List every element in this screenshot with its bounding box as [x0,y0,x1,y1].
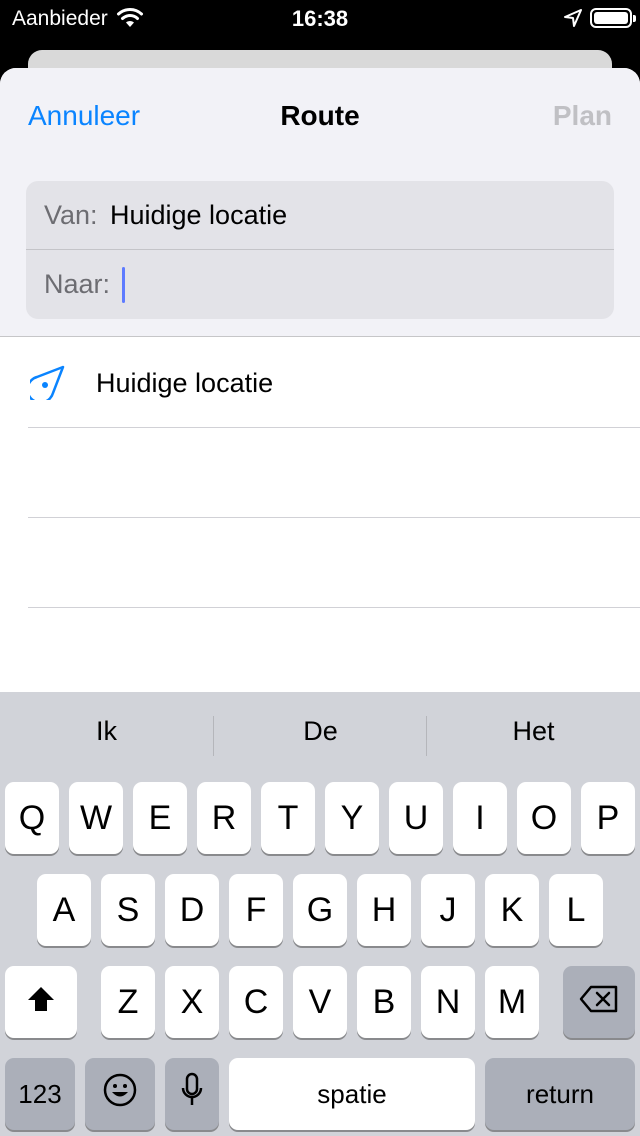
to-input[interactable] [122,264,592,304]
key-k[interactable]: K [485,874,539,946]
key-d[interactable]: D [165,874,219,946]
list-item [0,428,640,518]
key-b[interactable]: B [357,966,411,1038]
suggestion-bar: Ik De Het [0,692,640,778]
key-h[interactable]: H [357,874,411,946]
plan-button[interactable]: Plan [553,100,612,132]
from-label: Van: [44,200,98,230]
from-value[interactable]: Huidige locatie [110,200,287,231]
shift-icon [26,983,56,1022]
key-m[interactable]: M [485,966,539,1038]
space-key[interactable]: spatie [229,1058,475,1130]
key-l[interactable]: L [549,874,603,946]
key-n[interactable]: N [421,966,475,1038]
key-q[interactable]: Q [5,782,59,854]
backspace-icon [579,983,619,1022]
key-e[interactable]: E [133,782,187,854]
sheet-header: Annuleer Route Plan Van: Huidige locatie… [0,68,640,337]
list-item-label: Huidige locatie [96,368,274,398]
key-f[interactable]: F [229,874,283,946]
location-arrow-icon [564,9,582,32]
key-t[interactable]: T [261,782,315,854]
clock: 16:38 [291,6,349,31]
microphone-icon [181,1072,203,1117]
results-list: Huidige locatie [0,338,640,608]
keyboard: Ik De Het Q W E R T Y U I O P A S D F G … [0,692,640,1136]
list-item [0,518,640,608]
key-z[interactable]: Z [101,966,155,1038]
list-item[interactable]: Huidige locatie [0,338,640,428]
suggestion-1[interactable]: Ik [0,716,213,747]
key-c[interactable]: C [229,966,283,1038]
route-fields: Van: Huidige locatie Naar: [26,181,614,319]
suggestion-3[interactable]: Het [427,716,640,747]
key-v[interactable]: V [293,966,347,1038]
shift-key[interactable] [5,966,77,1038]
emoji-icon [102,1072,138,1117]
cancel-button[interactable]: Annuleer [28,100,140,132]
suggestion-2[interactable]: De [214,716,427,747]
status-bar: Aanbieder 16:38 [0,0,640,40]
key-p[interactable]: P [581,782,635,854]
key-g[interactable]: G [293,874,347,946]
key-s[interactable]: S [101,874,155,946]
key-y[interactable]: Y [325,782,379,854]
return-key[interactable]: return [485,1058,635,1130]
key-i[interactable]: I [453,782,507,854]
from-field[interactable]: Van: Huidige locatie [26,181,614,250]
current-location-icon [26,364,66,405]
divider [28,607,640,608]
to-field[interactable]: Naar: [26,250,614,319]
key-u[interactable]: U [389,782,443,854]
key-a[interactable]: A [37,874,91,946]
key-j[interactable]: J [421,874,475,946]
battery-icon [590,8,636,28]
to-label: Naar: [44,269,111,299]
key-x[interactable]: X [165,966,219,1038]
key-r[interactable]: R [197,782,251,854]
numbers-key[interactable]: 123 [5,1058,75,1130]
key-w[interactable]: W [69,782,123,854]
emoji-key[interactable] [85,1058,155,1130]
delete-key[interactable] [563,966,635,1038]
key-o[interactable]: O [517,782,571,854]
dictation-key[interactable] [165,1058,219,1130]
